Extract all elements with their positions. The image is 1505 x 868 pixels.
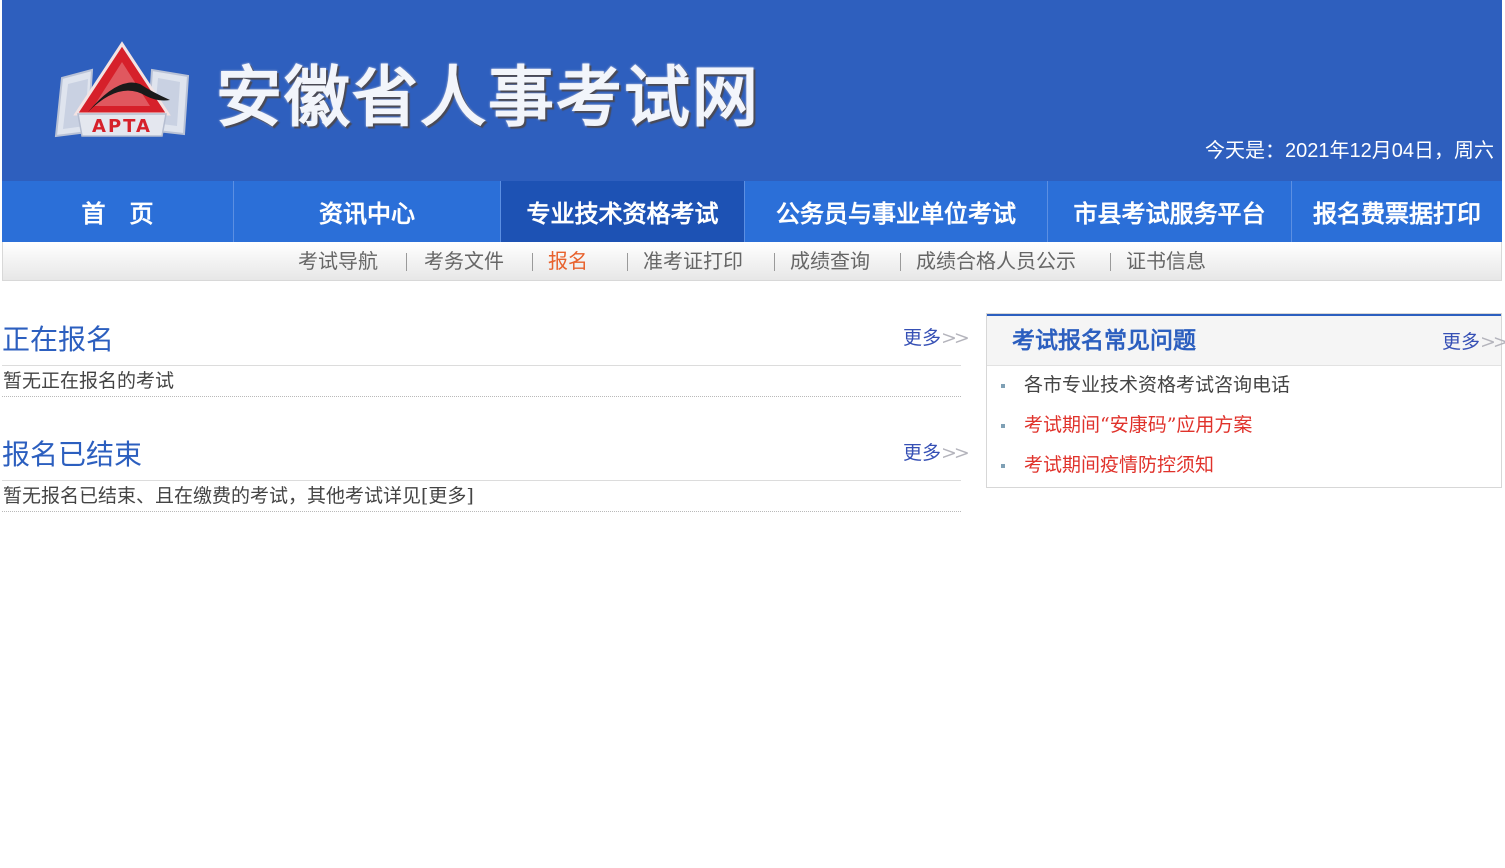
dotted-divider [2, 396, 961, 397]
faq-item-label: 考试期间疫情防控须知 [1024, 454, 1215, 476]
apta-logo-icon[interactable]: APTA [48, 40, 196, 144]
subnav-divider [774, 253, 775, 271]
nav-fee-receipt-print[interactable]: 报名费票据打印 [1292, 181, 1502, 242]
bullet-icon [1001, 424, 1005, 428]
subnav-divider [406, 253, 407, 271]
nav-news-center[interactable]: 资讯中心 [234, 181, 501, 242]
nav-civil-servant-exam[interactable]: 公务员与事业单位考试 [745, 181, 1048, 242]
date-value: 2021年12月04日，周六 [1285, 140, 1494, 162]
subnav-certificate-info[interactable]: 证书信息 [1126, 248, 1206, 274]
double-chevron-right-icon: >> [941, 442, 970, 464]
section-divider [2, 365, 961, 366]
nav-professional-qualification-exam[interactable]: 专业技术资格考试 [501, 181, 745, 242]
faq-more-link[interactable]: 更多>> [1442, 330, 1505, 354]
section-divider [2, 480, 961, 481]
site-title: 安徽省人事考试网 [216, 59, 760, 136]
more-label: 更多 [1442, 331, 1481, 353]
faq-item-label: 各市专业技术资格考试咨询电话 [1024, 374, 1291, 396]
subnav-exam-documents[interactable]: 考务文件 [424, 248, 504, 274]
bullet-icon [1001, 384, 1005, 388]
subnav-divider [627, 253, 628, 271]
faq-title: 考试报名常见问题 [1012, 327, 1196, 354]
subnav-divider [900, 253, 901, 271]
open-registration-title: 正在报名 [2, 324, 115, 355]
open-registration-empty-text: 暂无正在报名的考试 [3, 370, 175, 392]
more-label: 更多 [903, 442, 942, 464]
date-prefix: 今天是： [1205, 140, 1286, 162]
faq-item-label: 考试期间“安康码”应用方案 [1024, 414, 1253, 436]
double-chevron-right-icon: >> [941, 327, 970, 349]
nav-home[interactable]: 首 页 [2, 181, 234, 242]
faq-item-epidemic-notice[interactable]: 考试期间疫情防控须知 [1001, 452, 1214, 478]
subnav-qualified-list[interactable]: 成绩合格人员公示 [916, 248, 1076, 274]
double-chevron-right-icon: >> [1480, 331, 1505, 353]
faq-item-ankang-code[interactable]: 考试期间“安康码”应用方案 [1001, 412, 1252, 438]
open-registration-more-link[interactable]: 更多>> [903, 326, 970, 350]
subnav-divider [532, 253, 533, 271]
subnav-exam-guide[interactable]: 考试导航 [298, 248, 378, 274]
faq-header: 考试报名常见问题 更多>> [987, 314, 1505, 366]
dotted-divider [2, 511, 961, 512]
subnav-score-query[interactable]: 成绩查询 [790, 248, 870, 274]
main-nav: 首 页 资讯中心 专业技术资格考试 公务员与事业单位考试 市县考试服务平台 报名… [2, 181, 1502, 242]
faq-panel: 考试报名常见问题 更多>> 各市专业技术资格考试咨询电话 考试期间“安康码”应用… [986, 313, 1505, 488]
nav-city-county-platform[interactable]: 市县考试服务平台 [1048, 181, 1292, 242]
faq-item-consult-phone[interactable]: 各市专业技术资格考试咨询电话 [1001, 372, 1290, 398]
header-banner: APTA 安徽省人事考试网 今天是：2021年12月04日，周六 [2, 0, 1502, 181]
bullet-icon [1001, 464, 1005, 468]
subnav-divider [1110, 253, 1111, 271]
svg-text:APTA: APTA [92, 116, 152, 137]
more-label: 更多 [903, 327, 942, 349]
current-date: 今天是：2021年12月04日，周六 [1205, 137, 1494, 165]
closed-registration-more-link[interactable]: 更多>> [903, 441, 970, 465]
closed-registration-title: 报名已结束 [2, 439, 143, 470]
closed-registration-text[interactable]: 暂无报名已结束、且在缴费的考试，其他考试详见[更多] [3, 483, 474, 509]
sub-nav: 考试导航 考务文件 报名 准考证打印 成绩查询 成绩合格人员公示 证书信息 [2, 242, 1502, 281]
subnav-registration[interactable]: 报名 [548, 248, 588, 274]
subnav-admission-ticket[interactable]: 准考证打印 [643, 248, 743, 274]
